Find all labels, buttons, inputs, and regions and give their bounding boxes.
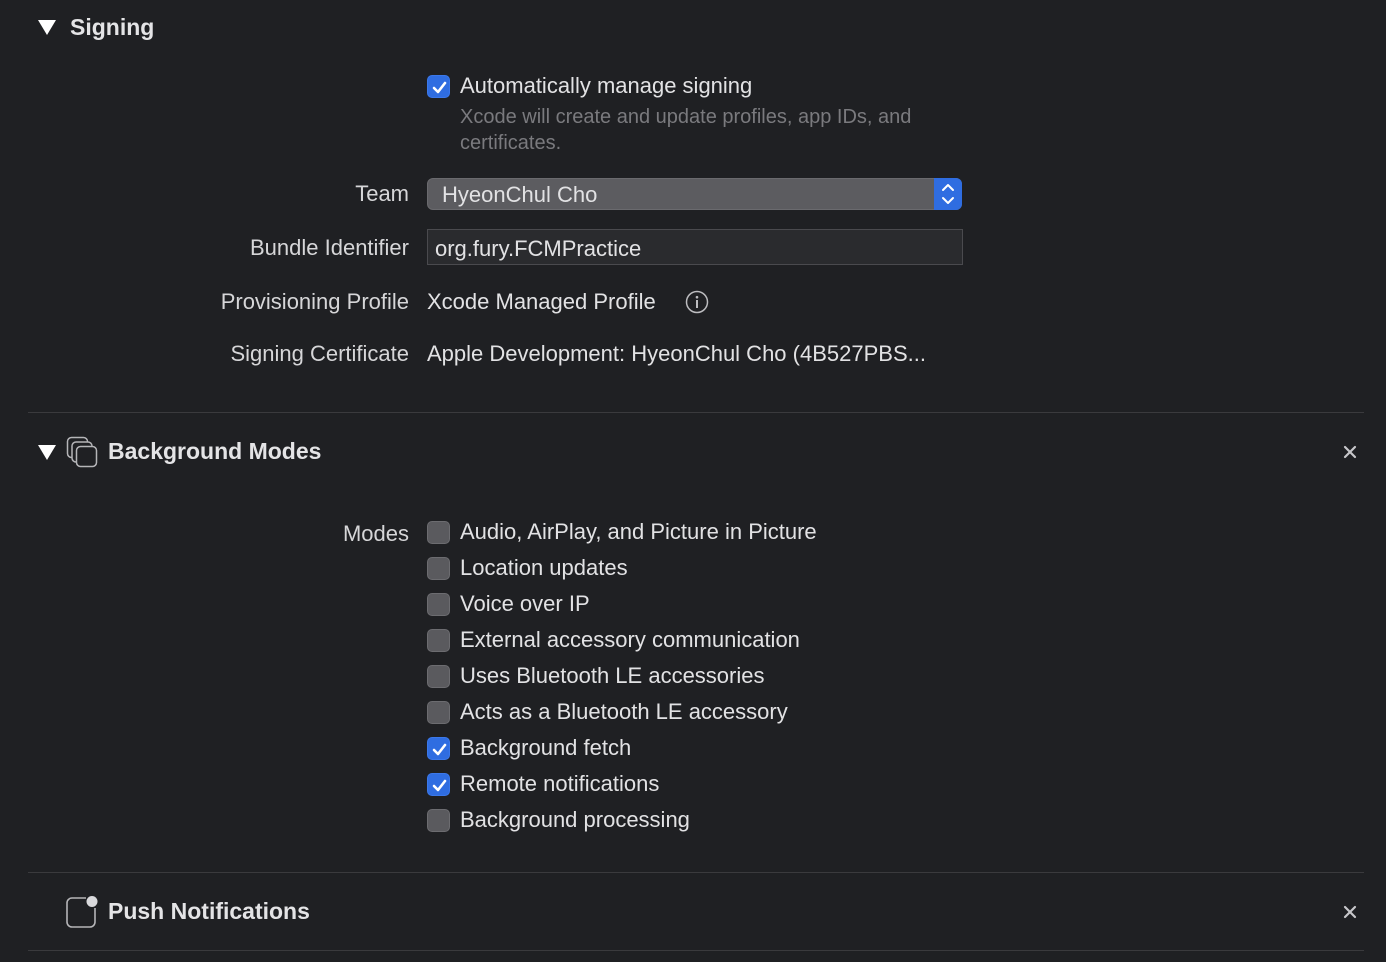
auto-manage-signing-checkbox[interactable]	[427, 75, 450, 98]
mode-checkbox[interactable]	[427, 629, 450, 652]
team-label: Team	[355, 181, 409, 206]
mode-label: Uses Bluetooth LE accessories	[460, 663, 765, 688]
team-popup-button[interactable]: HyeonChul Cho	[427, 178, 962, 210]
modes-label: Modes	[342, 521, 409, 546]
mode-label: External accessory communication	[460, 627, 800, 652]
mode-label: Background processing	[460, 807, 690, 832]
mode-checkbox[interactable]	[427, 593, 450, 616]
mode-checkbox[interactable]	[427, 737, 450, 760]
popup-stepper-icon	[934, 178, 962, 210]
background-modes-icon	[66, 436, 98, 468]
mode-label: Location updates	[460, 555, 628, 580]
bundle-identifier-field[interactable]: org.fury.FCMPractice	[427, 229, 963, 265]
bundle-identifier-label: Bundle Identifier	[250, 235, 409, 260]
mode-checkbox[interactable]	[427, 665, 450, 688]
mode-label: Background fetch	[460, 735, 632, 760]
bundle-identifier-value: org.fury.FCMPractice	[435, 236, 642, 261]
section-divider	[28, 872, 1364, 873]
mode-checkbox[interactable]	[427, 809, 450, 832]
background-modes-title: Background Modes	[108, 438, 322, 464]
remove-push-notifications-icon[interactable]	[1342, 904, 1358, 920]
mode-checkbox[interactable]	[427, 773, 450, 796]
mode-label: Remote notifications	[460, 771, 660, 796]
mode-label: Audio, AirPlay, and Picture in Picture	[460, 519, 817, 544]
provisioning-profile-label: Provisioning Profile	[220, 289, 409, 314]
signing-certificate-label: Signing Certificate	[230, 341, 409, 366]
push-notifications-title: Push Notifications	[108, 898, 310, 924]
mode-checkbox[interactable]	[427, 521, 450, 544]
mode-label: Acts as a Bluetooth LE accessory	[460, 699, 788, 724]
auto-manage-signing-help: Xcode will create and update profiles, a…	[460, 106, 912, 154]
remove-background-modes-icon[interactable]	[1342, 444, 1358, 460]
info-icon[interactable]	[685, 290, 709, 314]
push-notifications-icon	[64, 894, 100, 930]
checkmark-icon	[432, 81, 447, 94]
mode-label: Voice over IP	[460, 591, 590, 616]
checkmark-icon	[432, 743, 447, 756]
section-divider	[28, 412, 1364, 413]
mode-checkbox[interactable]	[427, 701, 450, 724]
background-modes-disclosure-triangle[interactable]	[38, 445, 56, 460]
auto-manage-signing-label: Automatically manage signing	[460, 73, 753, 98]
section-divider	[28, 950, 1364, 951]
signing-section-title: Signing	[70, 14, 155, 40]
mode-checkbox[interactable]	[427, 557, 450, 580]
signing-certificate-value: Apple Development: HyeonChul Cho (4B527P…	[427, 341, 926, 366]
checkmark-icon	[432, 779, 447, 792]
provisioning-profile-value: Xcode Managed Profile	[427, 289, 656, 314]
team-popup-value: HyeonChul Cho	[442, 182, 598, 207]
signing-disclosure-triangle[interactable]	[38, 20, 56, 35]
